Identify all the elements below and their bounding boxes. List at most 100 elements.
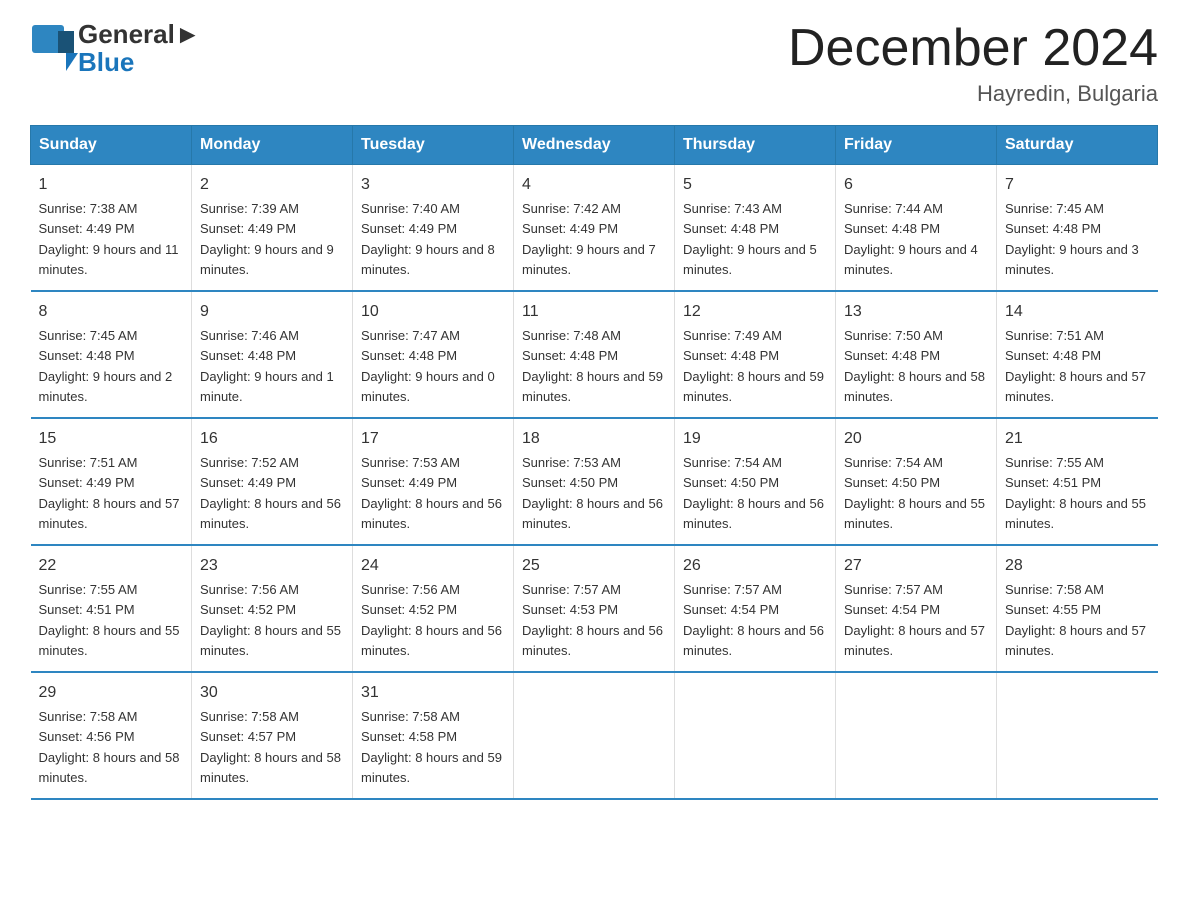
daylight-text: Daylight: 8 hours and 57 minutes. [1005,623,1146,658]
sunrise-text: Sunrise: 7:46 AM [200,328,299,343]
calendar-cell: 13 Sunrise: 7:50 AM Sunset: 4:48 PM Dayl… [836,291,997,418]
calendar-week-row: 15 Sunrise: 7:51 AM Sunset: 4:49 PM Dayl… [31,418,1158,545]
sunrise-text: Sunrise: 7:57 AM [844,582,943,597]
calendar-cell: 15 Sunrise: 7:51 AM Sunset: 4:49 PM Dayl… [31,418,192,545]
sunset-text: Sunset: 4:49 PM [200,221,296,236]
day-number: 11 [522,300,666,324]
sunset-text: Sunset: 4:54 PM [683,602,779,617]
calendar-cell: 23 Sunrise: 7:56 AM Sunset: 4:52 PM Dayl… [192,545,353,672]
calendar-header-row: SundayMondayTuesdayWednesdayThursdayFrid… [31,126,1158,165]
day-number: 26 [683,554,827,578]
sunrise-text: Sunrise: 7:58 AM [39,709,138,724]
daylight-text: Daylight: 8 hours and 55 minutes. [1005,496,1146,531]
page-header: General► Blue December 2024 Hayredin, Bu… [30,20,1158,107]
calendar-cell [514,672,675,799]
calendar-week-row: 8 Sunrise: 7:45 AM Sunset: 4:48 PM Dayli… [31,291,1158,418]
daylight-text: Daylight: 8 hours and 56 minutes. [200,496,341,531]
calendar-cell: 8 Sunrise: 7:45 AM Sunset: 4:48 PM Dayli… [31,291,192,418]
daylight-text: Daylight: 8 hours and 56 minutes. [361,496,502,531]
calendar-cell: 30 Sunrise: 7:58 AM Sunset: 4:57 PM Dayl… [192,672,353,799]
calendar-cell: 17 Sunrise: 7:53 AM Sunset: 4:49 PM Dayl… [353,418,514,545]
sunset-text: Sunset: 4:58 PM [361,729,457,744]
sunrise-text: Sunrise: 7:55 AM [1005,455,1104,470]
day-number: 30 [200,681,344,705]
daylight-text: Daylight: 9 hours and 1 minute. [200,369,334,404]
sunrise-text: Sunrise: 7:52 AM [200,455,299,470]
calendar-cell: 7 Sunrise: 7:45 AM Sunset: 4:48 PM Dayli… [997,165,1158,292]
calendar-cell: 25 Sunrise: 7:57 AM Sunset: 4:53 PM Dayl… [514,545,675,672]
day-number: 18 [522,427,666,451]
calendar-cell: 3 Sunrise: 7:40 AM Sunset: 4:49 PM Dayli… [353,165,514,292]
day-number: 15 [39,427,184,451]
daylight-text: Daylight: 9 hours and 3 minutes. [1005,242,1139,277]
daylight-text: Daylight: 9 hours and 9 minutes. [200,242,334,277]
logo-blue: Blue [78,47,134,77]
day-number: 27 [844,554,988,578]
calendar-cell: 4 Sunrise: 7:42 AM Sunset: 4:49 PM Dayli… [514,165,675,292]
calendar-cell: 14 Sunrise: 7:51 AM Sunset: 4:48 PM Dayl… [997,291,1158,418]
sunset-text: Sunset: 4:49 PM [361,221,457,236]
sunset-text: Sunset: 4:55 PM [1005,602,1101,617]
sunrise-text: Sunrise: 7:40 AM [361,201,460,216]
calendar-cell: 16 Sunrise: 7:52 AM Sunset: 4:49 PM Dayl… [192,418,353,545]
calendar-cell: 2 Sunrise: 7:39 AM Sunset: 4:49 PM Dayli… [192,165,353,292]
daylight-text: Daylight: 8 hours and 57 minutes. [1005,369,1146,404]
sunrise-text: Sunrise: 7:51 AM [1005,328,1104,343]
sunset-text: Sunset: 4:48 PM [844,221,940,236]
sunrise-text: Sunrise: 7:39 AM [200,201,299,216]
calendar-cell: 29 Sunrise: 7:58 AM Sunset: 4:56 PM Dayl… [31,672,192,799]
sunset-text: Sunset: 4:49 PM [361,475,457,490]
calendar-cell: 21 Sunrise: 7:55 AM Sunset: 4:51 PM Dayl… [997,418,1158,545]
calendar-cell: 10 Sunrise: 7:47 AM Sunset: 4:48 PM Dayl… [353,291,514,418]
day-number: 8 [39,300,184,324]
daylight-text: Daylight: 8 hours and 58 minutes. [39,750,180,785]
calendar-cell: 18 Sunrise: 7:53 AM Sunset: 4:50 PM Dayl… [514,418,675,545]
logo-general: General [78,19,175,49]
logo-icon [30,23,78,71]
sunset-text: Sunset: 4:52 PM [361,602,457,617]
day-number: 5 [683,173,827,197]
sunrise-text: Sunrise: 7:53 AM [361,455,460,470]
sunrise-text: Sunrise: 7:54 AM [844,455,943,470]
day-number: 24 [361,554,505,578]
day-number: 23 [200,554,344,578]
location-title: Hayredin, Bulgaria [788,81,1158,107]
sunrise-text: Sunrise: 7:49 AM [683,328,782,343]
sunset-text: Sunset: 4:49 PM [200,475,296,490]
daylight-text: Daylight: 8 hours and 58 minutes. [844,369,985,404]
calendar-table: SundayMondayTuesdayWednesdayThursdayFrid… [30,125,1158,800]
daylight-text: Daylight: 8 hours and 56 minutes. [522,623,663,658]
column-header-sunday: Sunday [31,126,192,165]
daylight-text: Daylight: 8 hours and 59 minutes. [361,750,502,785]
day-number: 3 [361,173,505,197]
calendar-cell [997,672,1158,799]
day-number: 14 [1005,300,1150,324]
day-number: 4 [522,173,666,197]
calendar-week-row: 1 Sunrise: 7:38 AM Sunset: 4:49 PM Dayli… [31,165,1158,292]
day-number: 6 [844,173,988,197]
sunrise-text: Sunrise: 7:44 AM [844,201,943,216]
sunset-text: Sunset: 4:48 PM [844,348,940,363]
sunrise-text: Sunrise: 7:57 AM [522,582,621,597]
day-number: 19 [683,427,827,451]
logo: General► Blue [30,20,201,75]
calendar-week-row: 29 Sunrise: 7:58 AM Sunset: 4:56 PM Dayl… [31,672,1158,799]
day-number: 1 [39,173,184,197]
sunset-text: Sunset: 4:48 PM [361,348,457,363]
sunset-text: Sunset: 4:49 PM [522,221,618,236]
sunset-text: Sunset: 4:57 PM [200,729,296,744]
column-header-tuesday: Tuesday [353,126,514,165]
sunset-text: Sunset: 4:51 PM [1005,475,1101,490]
day-number: 7 [1005,173,1150,197]
daylight-text: Daylight: 8 hours and 57 minutes. [39,496,180,531]
sunrise-text: Sunrise: 7:45 AM [39,328,138,343]
sunset-text: Sunset: 4:48 PM [1005,348,1101,363]
sunrise-text: Sunrise: 7:58 AM [361,709,460,724]
sunrise-text: Sunrise: 7:45 AM [1005,201,1104,216]
day-number: 29 [39,681,184,705]
day-number: 2 [200,173,344,197]
sunset-text: Sunset: 4:52 PM [200,602,296,617]
calendar-cell [675,672,836,799]
daylight-text: Daylight: 8 hours and 57 minutes. [844,623,985,658]
day-number: 20 [844,427,988,451]
